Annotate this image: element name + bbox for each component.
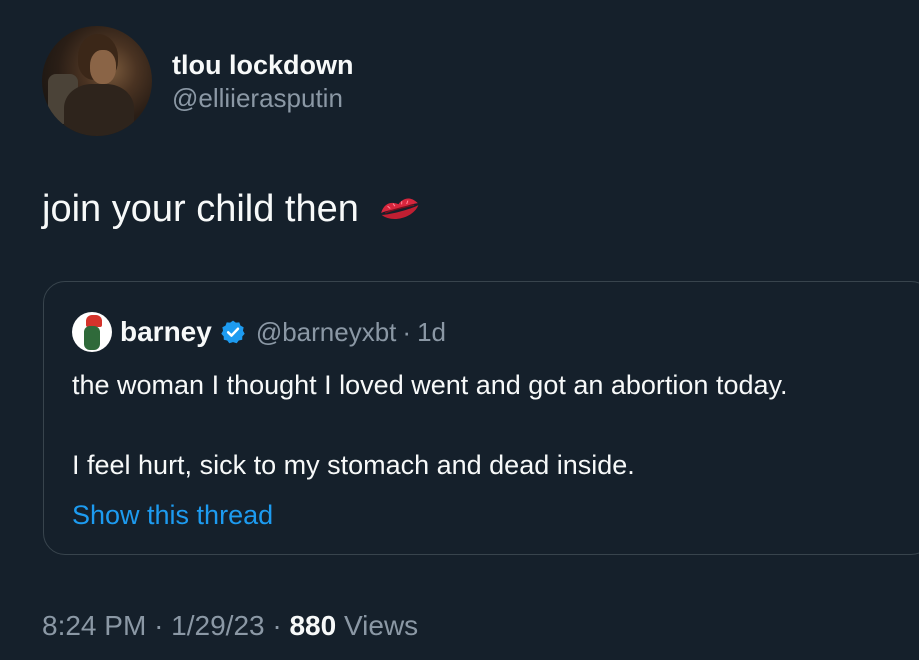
quoted-author-avatar[interactable] (72, 312, 112, 352)
tweet-date[interactable]: 1/29/23 (171, 610, 264, 641)
meta-separator-1: · (154, 610, 164, 641)
quoted-tweet[interactable]: barney @barneyxbt · 1d the woman I thoug… (43, 281, 919, 555)
quoted-text-line-1: the woman I thought I loved went and got… (72, 370, 788, 400)
quoted-separator: · (402, 316, 412, 347)
quoted-timestamp[interactable]: 1d (417, 317, 446, 348)
tweet-author: tlou lockdown @elliierasputin (42, 26, 354, 136)
tweet-time[interactable]: 8:24 PM (42, 610, 146, 641)
views-label: Views (343, 610, 419, 641)
author-handle[interactable]: @elliierasputin (172, 82, 354, 114)
kiss-mark-icon (377, 192, 423, 226)
author-avatar[interactable] (42, 26, 152, 136)
show-thread-link[interactable]: Show this thread (72, 498, 273, 532)
quoted-author-handle[interactable]: @barneyxbt (256, 317, 397, 348)
tweet-text: join your child then (42, 188, 359, 230)
meta-separator-2: · (272, 610, 282, 641)
views-count: 880 (289, 610, 337, 641)
tweet-body: join your child then (42, 186, 423, 232)
verified-badge-icon (220, 319, 246, 345)
quoted-tweet-header: barney @barneyxbt · 1d (72, 312, 446, 352)
author-names: tlou lockdown @elliierasputin (172, 48, 354, 114)
author-display-name[interactable]: tlou lockdown (172, 48, 354, 82)
tweet-meta: 8:24 PM · 1/29/23 · 880 Views (42, 608, 418, 644)
quoted-text-line-2: I feel hurt, sick to my stomach and dead… (72, 450, 635, 480)
quoted-author-name[interactable]: barney (120, 316, 212, 348)
